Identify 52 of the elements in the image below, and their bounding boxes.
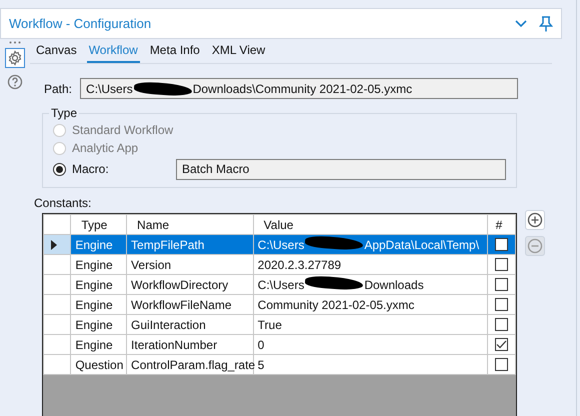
constants-label: Constants:	[34, 195, 92, 212]
radio-label: Analytic App	[72, 140, 138, 157]
checkbox[interactable]	[494, 298, 508, 311]
table-cell: C:\Users Downloads	[258, 278, 424, 292]
tab[interactable]: Meta Info	[148, 41, 202, 63]
window-title: Workflow - Configuration	[9, 14, 152, 33]
settings-icon[interactable]	[7, 50, 23, 66]
radio-label: Standard Workflow	[72, 122, 174, 139]
chevron-down-icon[interactable]	[515, 20, 527, 28]
more-icon[interactable]	[9, 41, 21, 44]
table-cell: GuiInteraction	[126, 314, 254, 334]
checkbox[interactable]	[494, 358, 508, 371]
checkbox[interactable]	[494, 318, 508, 331]
table-cell: IterationNumber	[126, 334, 254, 354]
table-cell: Version	[126, 254, 254, 274]
help-icon[interactable]	[7, 74, 23, 90]
table-cell: WorkflowFileName	[126, 294, 254, 314]
table-cell: Engine	[70, 334, 127, 354]
radio-label: Macro:	[72, 161, 109, 178]
checkbox[interactable]	[494, 238, 508, 251]
table-cell: WorkflowDirectory	[126, 274, 254, 294]
group-legend: Type	[49, 107, 80, 119]
tab[interactable]: XML View	[210, 41, 268, 63]
add-button[interactable]	[525, 210, 545, 230]
table-cell: Engine	[70, 314, 127, 334]
pin-icon[interactable]	[539, 16, 553, 32]
table-cell: Engine	[70, 274, 127, 294]
redaction-mark	[304, 234, 364, 250]
table-cell: 5	[258, 358, 264, 372]
redaction-mark	[304, 274, 364, 290]
column-header: Name	[126, 214, 254, 234]
table-cell: ControlParam.flag_rate	[126, 354, 254, 374]
table-cell: TempFilePath	[126, 234, 254, 254]
checkbox[interactable]	[494, 278, 508, 291]
table-cell: 0	[258, 338, 264, 352]
column-header: Value	[253, 214, 488, 234]
macro-type-field[interactable]: Batch Macro	[176, 158, 506, 180]
table-cell: Engine	[70, 234, 127, 254]
table-cell: Engine	[70, 294, 127, 314]
table-cell: Question	[70, 354, 127, 374]
checkbox[interactable]	[494, 258, 508, 271]
table-cell: True	[258, 318, 282, 332]
tab[interactable]: Canvas	[34, 41, 79, 63]
radio-button[interactable]	[53, 162, 66, 176]
path-field[interactable]: C:\Users Downloads\Community 2021-02-05.yxmc	[80, 78, 518, 99]
tab[interactable]: Workflow	[86, 41, 140, 63]
table-cell: Community 2021-02-05.yxmc	[258, 298, 414, 312]
table-cell: 2020.2.3.27789	[258, 258, 342, 272]
table-cell: C:\Users AppData\Local\Temp\	[258, 238, 480, 252]
table-cell: Engine	[70, 254, 127, 274]
path-label: Path:	[44, 80, 72, 98]
checkbox[interactable]	[494, 338, 508, 351]
